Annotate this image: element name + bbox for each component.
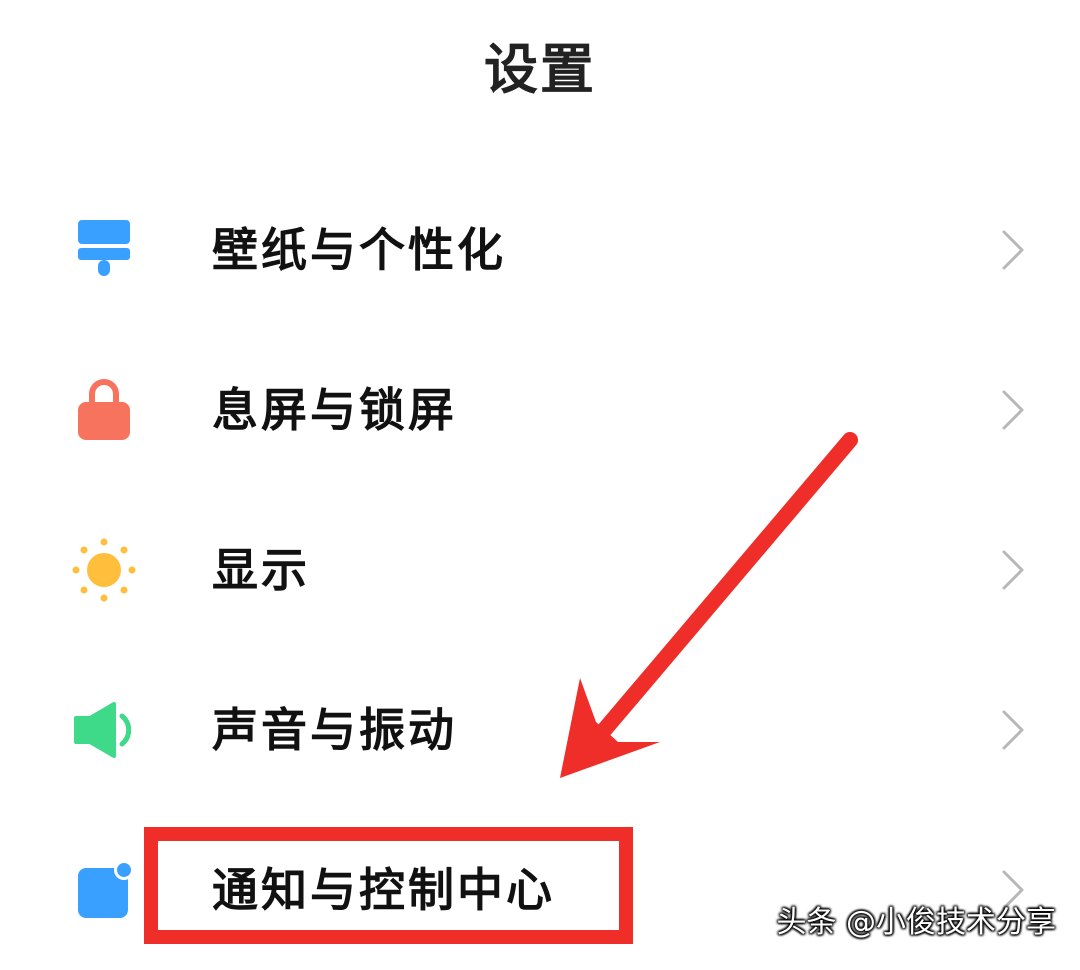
highlight-box — [144, 827, 633, 944]
page-title: 设置 — [484, 38, 596, 101]
settings-item-label: 声音与振动 — [212, 703, 457, 757]
settings-item-label: 息屏与锁屏 — [212, 383, 457, 437]
settings-screen: 设置 壁纸与个性化 息屏与锁屏 显示 声音与振动 通知与控制中心 头条 @小俊技… — [0, 0, 1080, 959]
watermark: 头条 @小俊技术分享 — [776, 905, 1056, 940]
settings-item-wallpaper[interactable]: 壁纸与个性化 — [0, 170, 1080, 330]
speaker-icon — [70, 698, 138, 762]
chevron-right-icon — [998, 388, 1028, 432]
settings-item-lockscreen[interactable]: 息屏与锁屏 — [0, 330, 1080, 490]
chevron-right-icon — [998, 228, 1028, 272]
paint-brush-icon — [70, 218, 138, 282]
settings-item-label: 显示 — [212, 543, 310, 597]
notification-icon — [70, 858, 138, 922]
settings-item-sound[interactable]: 声音与振动 — [0, 650, 1080, 810]
settings-item-display[interactable]: 显示 — [0, 490, 1080, 650]
lock-icon — [70, 378, 138, 442]
chevron-right-icon — [998, 548, 1028, 592]
chevron-right-icon — [998, 708, 1028, 752]
sun-icon — [70, 538, 138, 602]
settings-item-label: 壁纸与个性化 — [212, 223, 506, 277]
